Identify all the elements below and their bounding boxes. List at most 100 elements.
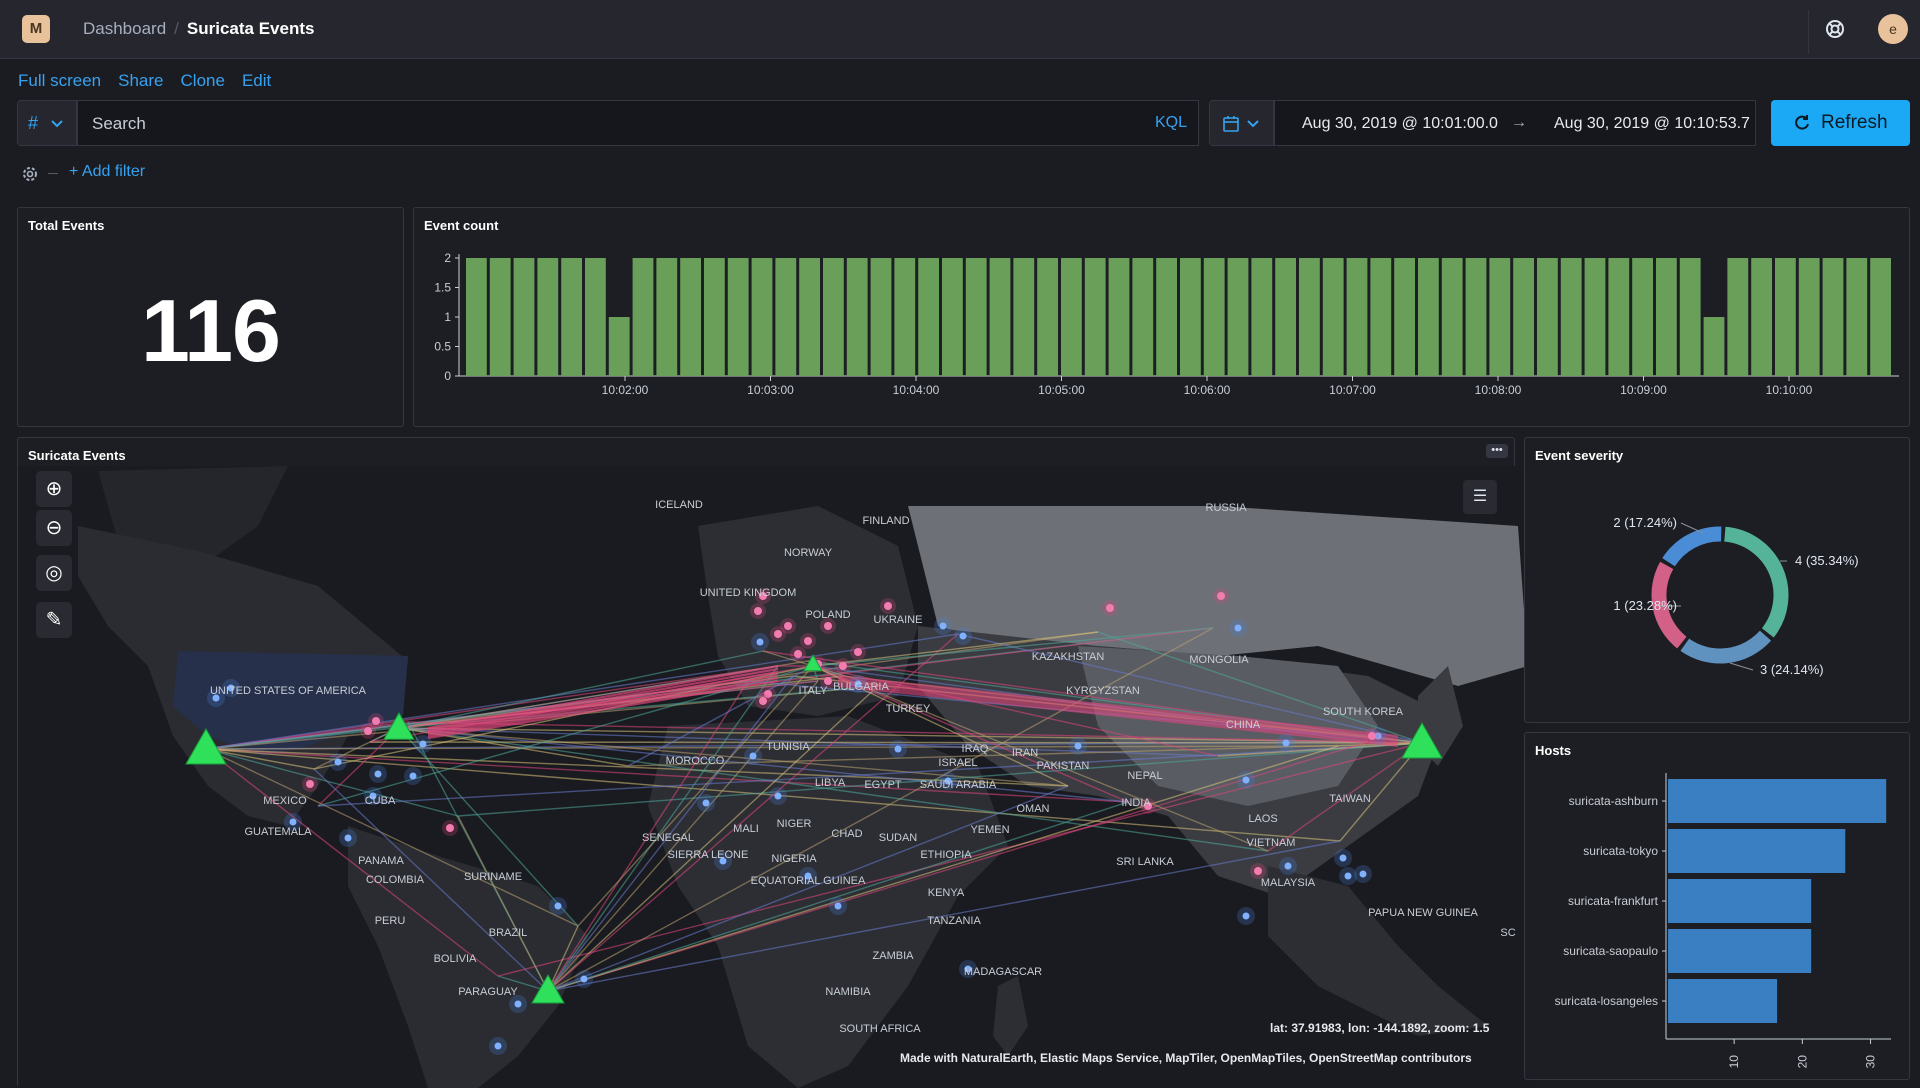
end-date-button[interactable]: Aug 30, 2019 @ 10:10:53.7 [1554, 115, 1750, 133]
country-label: VIETNAM [1247, 837, 1296, 849]
country-label: SUDAN [879, 832, 918, 844]
event-point [374, 770, 382, 778]
x-tick-label: 10:04:00 [893, 383, 940, 397]
user-avatar[interactable]: e [1878, 14, 1908, 44]
event-count-bar [1870, 258, 1891, 376]
add-filter-button[interactable]: + Add filter [69, 163, 145, 181]
event-count-bar [1299, 258, 1320, 376]
help-lifebuoy-icon[interactable] [1824, 18, 1846, 40]
event-count-bar [1656, 258, 1677, 376]
gear-icon[interactable] [20, 164, 40, 184]
y-tick-label: 0.5 [434, 340, 451, 354]
zoom-in-button[interactable]: ⊕ [36, 471, 72, 507]
event-point [939, 622, 947, 630]
event-count-bar [1275, 258, 1296, 376]
host-bar [1668, 929, 1812, 973]
country-label: KENYA [928, 887, 965, 899]
arrow-right-icon: → [1511, 114, 1527, 131]
country-label: NORWAY [784, 547, 833, 559]
slice-label: 2 (17.24%) [1613, 515, 1677, 530]
event-count-bar [870, 258, 892, 376]
country-label: SURINAME [464, 871, 522, 883]
country-label: PANAMA [358, 855, 404, 867]
map-coordinates: lat: 37.91983, lon: -144.1892, zoom: 1.5 [1270, 1021, 1490, 1035]
alert-point [784, 622, 792, 630]
event-count-bar [704, 258, 725, 376]
y-tick-label: 2 [444, 251, 451, 265]
event-count-bar [1180, 258, 1201, 376]
clone-link[interactable]: Clone [181, 71, 225, 90]
map-svg: ICELAND FINLAND RUSSIA NORWAY UNITED KINGDOM… [18, 466, 1536, 1088]
event-count-bar [537, 258, 559, 376]
x-tick-label: 10:09:00 [1620, 383, 1667, 397]
country-label: TAIWAN [1329, 793, 1371, 805]
severity-slice [1680, 630, 1772, 664]
refresh-button[interactable]: Refresh [1771, 100, 1910, 146]
panel-title: Total Events [28, 218, 105, 233]
alert-point [774, 630, 782, 638]
country-label: NIGERIA [771, 853, 817, 865]
search-input[interactable]: Search KQL [77, 100, 1199, 146]
event-point [1282, 739, 1290, 747]
country-label: MEXICO [263, 795, 307, 807]
share-link[interactable]: Share [118, 71, 163, 90]
country-label: BOLIVIA [434, 953, 477, 965]
host-label: suricata-saopaulo [1563, 944, 1658, 958]
breadcrumb-dashboard[interactable]: Dashboard [83, 19, 166, 38]
country-label: EGYPT [864, 779, 902, 791]
app-logo[interactable]: M [22, 15, 50, 43]
country-label: SRI LANKA [1116, 856, 1174, 868]
edit-link[interactable]: Edit [242, 71, 271, 90]
event-point [702, 799, 710, 807]
zoom-out-button[interactable]: ⊖ [36, 510, 72, 546]
event-point [1344, 872, 1352, 880]
saved-query-button[interactable]: # [17, 100, 77, 146]
country-label: FINLAND [862, 515, 909, 527]
fit-to-data-button[interactable]: ◎ [36, 555, 72, 591]
full-screen-link[interactable]: Full screen [18, 71, 101, 90]
search-placeholder: Search [92, 114, 146, 133]
calendar-icon [1223, 116, 1239, 132]
start-date-button[interactable]: Aug 30, 2019 @ 10:01:00.0 [1302, 115, 1498, 133]
slice-leader-line [1680, 522, 1704, 534]
x-tick-label: 20 [1795, 1055, 1809, 1069]
x-tick-label: 10:03:00 [747, 383, 794, 397]
country-label: NAMIBIA [825, 986, 871, 998]
map-attribution: Made with NaturalEarth, Elastic Maps Ser… [900, 1051, 1472, 1065]
event-count-bar [513, 258, 535, 376]
alert-point [1217, 592, 1225, 600]
event-count-bar [1084, 258, 1106, 376]
event-point [959, 632, 967, 640]
refresh-label: Refresh [1821, 112, 1888, 133]
event-count-panel: Event count 0 0.5 1 1.5 2 10:02:00 10:03:00 10:… [413, 207, 1910, 427]
country-label: SENEGAL [642, 832, 694, 844]
country-label: OMAN [1017, 803, 1050, 815]
alert-point [839, 662, 847, 670]
alert-point [884, 602, 892, 610]
filter-divider [48, 173, 58, 174]
country-label: SC [1500, 927, 1515, 939]
draw-tool-button[interactable]: ✎ [36, 602, 72, 638]
country-label: NIGER [777, 818, 812, 830]
country-label: IRAQ [962, 743, 989, 755]
date-quick-menu-button[interactable] [1209, 100, 1274, 146]
time-range: Aug 30, 2019 @ 10:01:00.0 → Aug 30, 2019… [1274, 100, 1756, 146]
event-count-bar [1846, 258, 1868, 376]
event-count-bar [1751, 258, 1772, 376]
event-point [1242, 776, 1250, 784]
country-label: PAKISTAN [1037, 760, 1090, 772]
country-label: LAOS [1248, 813, 1277, 825]
panel-options-icon[interactable]: ••• [1486, 444, 1508, 458]
country-label: MONGOLIA [1189, 654, 1249, 666]
host-label: suricata-ashburn [1569, 794, 1658, 808]
event-count-bar [727, 258, 749, 376]
event-count-bar [1632, 258, 1653, 376]
map-canvas[interactable]: ICELAND FINLAND RUSSIA NORWAY UNITED KINGDOM… [18, 466, 1536, 1088]
y-tick-label: 0 [444, 369, 451, 383]
host-label: suricata-losangeles [1555, 994, 1658, 1008]
x-tick-label: 10:06:00 [1184, 383, 1231, 397]
alert-point [1254, 867, 1262, 875]
kql-toggle[interactable]: KQL [1155, 114, 1187, 132]
severity-slice [1724, 526, 1789, 638]
layer-toggle-icon[interactable]: ☰ [1463, 480, 1497, 514]
